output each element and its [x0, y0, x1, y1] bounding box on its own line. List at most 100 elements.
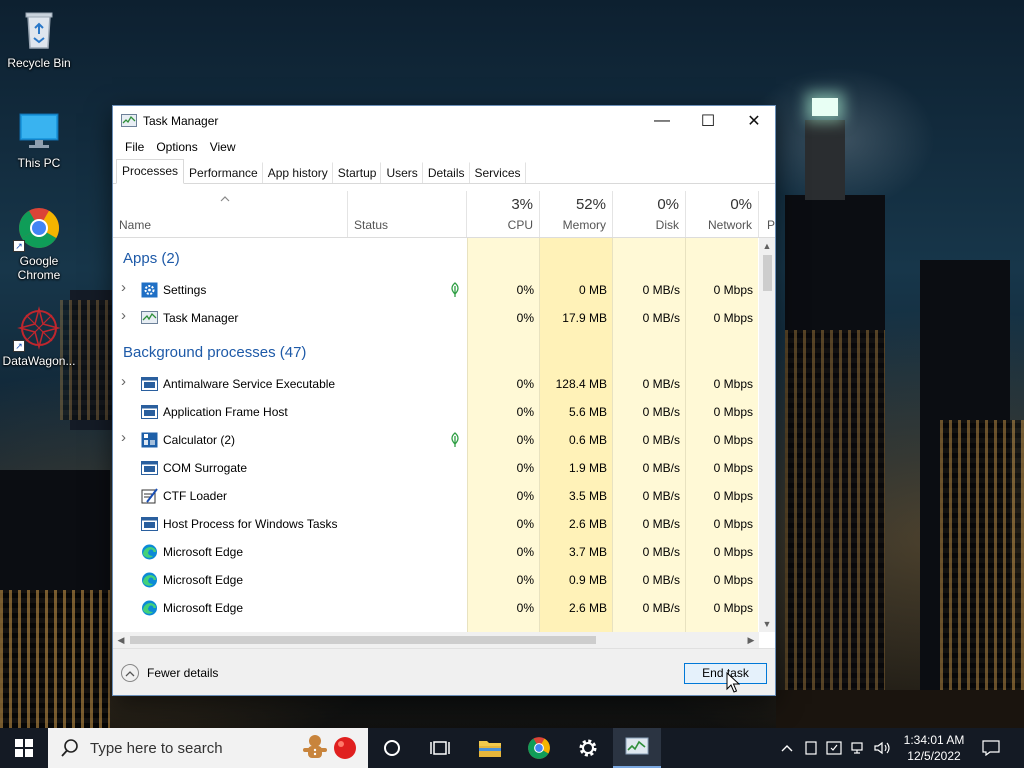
task-view-icon: [430, 741, 450, 755]
network-value: 0 Mbps: [713, 283, 753, 297]
process-row[interactable]: Microsoft Edge 0% 0.9 MB 0 MB/s 0 Mbps: [113, 566, 759, 594]
cpu-percent: 3%: [511, 196, 533, 213]
column-power-partial[interactable]: P: [759, 191, 775, 237]
disk-value: 0 MB/s: [642, 489, 680, 503]
close-button[interactable]: ✕: [731, 106, 777, 136]
process-row[interactable]: Microsoft Edge 0% 2.6 MB 0 MB/s 0 Mbps: [113, 594, 759, 622]
desktop-icon-label: This PC: [17, 156, 61, 170]
fewer-details-button[interactable]: Fewer details: [121, 664, 218, 682]
column-name[interactable]: Name: [113, 191, 348, 237]
desktop-icon-recycle-bin[interactable]: Recycle Bin: [1, 8, 77, 70]
service-window-icon: [141, 376, 158, 392]
network-value: 0 Mbps: [713, 433, 753, 447]
process-row[interactable]: › Task Manager 0% 17.9 MB 0 MB/s 0 Mbps: [113, 304, 759, 332]
cpu-value: 0%: [516, 377, 534, 391]
task-view-button[interactable]: [416, 728, 464, 768]
wallpaper-street: [776, 690, 1024, 728]
memory-value: 2.6 MB: [568, 517, 607, 531]
column-status-label: Status: [354, 218, 389, 232]
process-row[interactable]: CTF Loader 0% 3.5 MB 0 MB/s 0 Mbps: [113, 482, 759, 510]
file-explorer-icon: [479, 741, 501, 757]
minimize-button[interactable]: —: [639, 106, 685, 136]
expand-chevron-icon[interactable]: ›: [121, 429, 126, 446]
menu-view[interactable]: View: [204, 140, 242, 154]
expand-chevron-icon[interactable]: ›: [121, 373, 126, 390]
process-row[interactable]: › Antimalware Service Executable 0% 128.4 M…: [113, 370, 759, 398]
group-heading-background: Background processes (47): [123, 344, 307, 361]
maximize-button[interactable]: ☐: [685, 106, 731, 136]
taskbar-search-box[interactable]: Type here to search: [48, 728, 368, 768]
expand-chevron-icon[interactable]: ›: [121, 307, 126, 324]
desktop-icon-google-chrome[interactable]: ↗ Google Chrome: [1, 206, 77, 282]
cpu-value: 0%: [516, 405, 534, 419]
chrome-taskbar-button[interactable]: [515, 728, 563, 768]
horizontal-scroll-thumb[interactable]: [130, 636, 596, 644]
memory-value: 1.9 MB: [568, 461, 607, 475]
column-memory[interactable]: 52% Memory: [540, 191, 613, 237]
network-value: 0 Mbps: [713, 377, 753, 391]
scroll-left-arrow-icon[interactable]: ◀: [113, 632, 129, 648]
tab-details[interactable]: Details: [423, 162, 470, 183]
cpu-value: 0%: [516, 517, 534, 531]
cpu-value: 0%: [516, 573, 534, 587]
cpu-value: 0%: [516, 489, 534, 503]
taskbar-clock[interactable]: 1:34:01 AM 12/5/2022: [896, 732, 972, 764]
horizontal-scrollbar[interactable]: ◀ ▶: [113, 632, 759, 648]
show-hidden-icons-button[interactable]: [776, 728, 798, 768]
tab-users[interactable]: Users: [381, 162, 423, 183]
mouse-cursor-icon: [726, 672, 740, 693]
process-row[interactable]: Host Process for Windows Tasks 0% 2.6 MB 0 …: [113, 510, 759, 538]
desktop-icon-datawagon[interactable]: ↗ DataWagon...: [1, 306, 77, 368]
tab-app-history[interactable]: App history: [263, 162, 333, 183]
menu-options[interactable]: Options: [150, 140, 203, 154]
process-row[interactable]: Application Frame Host 0% 5.6 MB 0 MB/s 0 Mb…: [113, 398, 759, 426]
tab-services[interactable]: Services: [470, 162, 526, 183]
network-value: 0 Mbps: [713, 461, 753, 475]
scroll-right-arrow-icon[interactable]: ▶: [743, 632, 759, 648]
column-disk[interactable]: 0% Disk: [613, 191, 686, 237]
task-manager-icon: [141, 310, 158, 326]
process-row[interactable]: › Calculator (2) 0% 0.6 MB 0 MB/s 0 Mbps: [113, 426, 759, 454]
process-row[interactable]: COM Surrogate 0% 1.9 MB 0 MB/s 0 Mbps: [113, 454, 759, 482]
network-icon: [851, 742, 863, 754]
expand-chevron-icon[interactable]: ›: [121, 279, 126, 296]
scroll-up-arrow-icon[interactable]: ▲: [759, 238, 775, 254]
vertical-scroll-thumb[interactable]: [763, 255, 772, 291]
gingerbread-doodle-icon: [303, 735, 327, 758]
tab-performance[interactable]: Performance: [184, 162, 263, 183]
tab-startup[interactable]: Startup: [333, 162, 382, 183]
process-name: COM Surrogate: [163, 461, 248, 475]
tray-notepad[interactable]: [801, 728, 821, 768]
tab-processes[interactable]: Processes: [116, 159, 185, 184]
settings-taskbar-button[interactable]: [564, 728, 612, 768]
tray-security[interactable]: [823, 728, 845, 768]
memory-value: 3.5 MB: [568, 489, 607, 503]
task-manager-icon: [121, 114, 137, 127]
start-button[interactable]: [0, 728, 48, 768]
column-network[interactable]: 0% Network: [686, 191, 759, 237]
notepad-icon: [805, 741, 817, 755]
column-status[interactable]: Status: [348, 191, 467, 237]
monitor-icon: [17, 108, 61, 152]
process-row[interactable]: Microsoft Edge 0% 3.7 MB 0 MB/s 0 Mbps: [113, 538, 759, 566]
wallpaper-building: [0, 590, 110, 728]
action-center-button[interactable]: [976, 728, 1006, 768]
column-name-label: Name: [119, 218, 152, 232]
title-bar[interactable]: Task Manager — ☐ ✕: [113, 106, 775, 136]
tray-network[interactable]: [848, 728, 870, 768]
task-manager-taskbar-button[interactable]: [613, 728, 661, 768]
tray-volume[interactable]: [872, 728, 894, 768]
group-heading-apps: Apps (2): [123, 250, 180, 267]
process-row[interactable]: › Settings 0% 0 MB 0 MB/s 0 Mbps: [113, 276, 759, 304]
file-explorer-button[interactable]: [466, 728, 514, 768]
vertical-scrollbar[interactable]: ▲ ▼: [759, 238, 775, 632]
desktop-icon-this-pc[interactable]: This PC: [1, 108, 77, 170]
process-name: Calculator (2): [163, 433, 236, 447]
column-cpu[interactable]: 3% CPU: [467, 191, 540, 237]
task-manager-window[interactable]: Task Manager — ☐ ✕ File Options View Pro…: [112, 105, 776, 696]
cortana-button[interactable]: [368, 728, 416, 768]
scroll-down-arrow-icon[interactable]: ▼: [759, 616, 775, 632]
suspended-leaf-icon: [448, 432, 462, 448]
service-window-icon: [141, 516, 158, 532]
menu-file[interactable]: File: [119, 140, 150, 154]
